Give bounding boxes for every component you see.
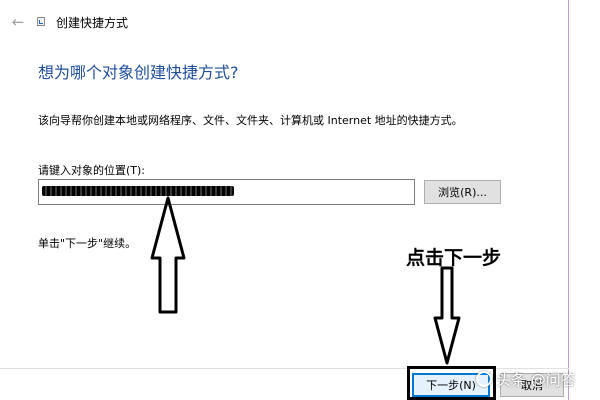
back-arrow-icon[interactable]: ←	[8, 12, 28, 32]
window-title: 创建快捷方式	[56, 16, 129, 30]
watermark: 头条 @问答	[476, 368, 576, 390]
page-heading: 想为哪个对象创建快捷方式?	[38, 63, 239, 82]
redacted-location-text	[42, 186, 234, 196]
watermark-logo-icon	[476, 371, 492, 387]
continue-hint: 单击"下一步"继续。	[38, 237, 137, 250]
annotation-arrow-down-icon	[433, 266, 461, 365]
watermark-text: 头条 @问答	[496, 370, 576, 389]
browse-button[interactable]: 浏览(R)...	[424, 180, 501, 204]
window-right-border	[568, 0, 569, 400]
annotation-arrow-up-icon	[150, 196, 186, 314]
wizard-description: 该向导帮你创建本地或网络程序、文件、文件夹、计算机或 Internet 地址的快…	[38, 114, 463, 127]
location-label: 请键入对象的位置(T):	[38, 164, 146, 177]
shortcut-wizard-icon	[37, 17, 45, 26]
